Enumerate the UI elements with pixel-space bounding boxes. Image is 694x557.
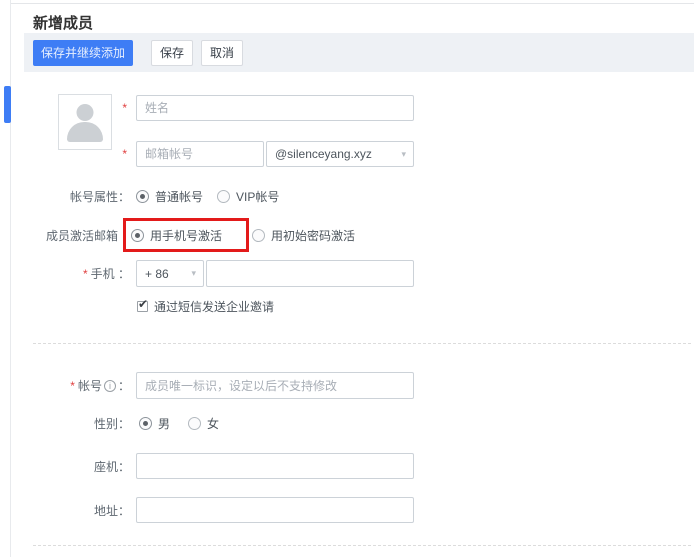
email-domain-value: @silenceyang.xyz [275,147,372,161]
address-input[interactable] [136,497,414,523]
landline-input[interactable] [136,453,414,479]
add-member-page: 新增成员 保存并继续添加 保存 取消 * * @silenceyang.xyz … [0,0,694,557]
gender-row: 性别： 男 女 [0,415,219,431]
phone-label: *手机 ： [0,265,130,282]
account-id-colon: ： [118,379,130,393]
account-id-input[interactable] [136,372,414,399]
radio-normal-account[interactable] [136,190,149,203]
sms-invite-checkbox[interactable]: ✔ [137,301,148,312]
person-icon [67,122,103,142]
phone-row: *手机 ： + 86 ▾ [0,260,414,287]
address-label: 地址： [0,502,130,519]
country-code-select[interactable]: + 86 ▾ [136,260,204,287]
radio-female-label[interactable]: 女 [207,415,219,432]
radio-activate-by-password-label[interactable]: 用初始密码激活 [271,227,355,244]
account-type-label: 帐号属性： [0,188,130,205]
required-asterisk: * [122,101,127,115]
sms-invite-label[interactable]: 通过短信发送企业邀请 [154,298,274,315]
checkmark-icon: ✔ [138,298,148,310]
red-highlight-box: 用手机号激活 [123,218,249,252]
radio-male-label[interactable]: 男 [158,415,170,432]
landline-row: 座机： [0,453,414,479]
account-id-label: *帐号i： [0,377,130,394]
radio-female[interactable] [188,417,201,430]
email-row: * @silenceyang.xyz ▾ [0,141,414,167]
name-required-label: * [0,101,130,115]
radio-activate-by-password[interactable] [252,229,265,242]
page-title: 新增成员 [33,12,93,33]
account-id-row: *帐号i： [0,372,414,399]
section-divider [33,545,691,546]
save-and-continue-button[interactable]: 保存并继续添加 [33,40,133,66]
email-account-input[interactable] [136,141,264,167]
radio-activate-by-phone-label[interactable]: 用手机号激活 [150,227,222,244]
sms-invite-row: ✔ 通过短信发送企业邀请 [0,299,274,313]
required-asterisk: * [83,267,88,281]
info-icon[interactable]: i [104,380,116,392]
required-asterisk: * [122,147,127,161]
phone-label-text: 手机 ： [91,267,130,281]
landline-label: 座机： [0,458,130,475]
address-row: 地址： [0,497,414,523]
country-code-value: + 86 [145,267,169,281]
phone-input[interactable] [206,260,414,287]
top-divider [10,3,694,4]
cancel-button[interactable]: 取消 [201,40,243,66]
activation-label: 成员激活邮箱 [0,227,118,244]
radio-male[interactable] [139,417,152,430]
chevron-down-icon: ▾ [401,150,406,159]
activation-row: 成员激活邮箱 用手机号激活 用初始密码激活 [0,218,355,252]
radio-activate-by-phone[interactable] [131,229,144,242]
email-required-label: * [0,147,130,161]
radio-vip-account-label[interactable]: VIP帐号 [236,188,279,205]
section-divider [33,343,691,344]
account-id-label-text: 帐号 [78,379,102,393]
name-input[interactable] [136,95,414,121]
name-row: * [0,95,414,121]
save-button[interactable]: 保存 [151,40,193,66]
action-toolbar: 保存并继续添加 保存 取消 [24,33,694,72]
required-asterisk: * [70,379,75,393]
gender-label: 性别： [0,415,130,432]
email-domain-select[interactable]: @silenceyang.xyz ▾ [266,141,414,167]
activation-option-2: 用初始密码激活 [252,227,355,244]
account-type-row: 帐号属性： 普通帐号 VIP帐号 [0,188,279,204]
radio-normal-account-label[interactable]: 普通帐号 [155,188,203,205]
chevron-down-icon: ▾ [191,269,196,278]
radio-vip-account[interactable] [217,190,230,203]
